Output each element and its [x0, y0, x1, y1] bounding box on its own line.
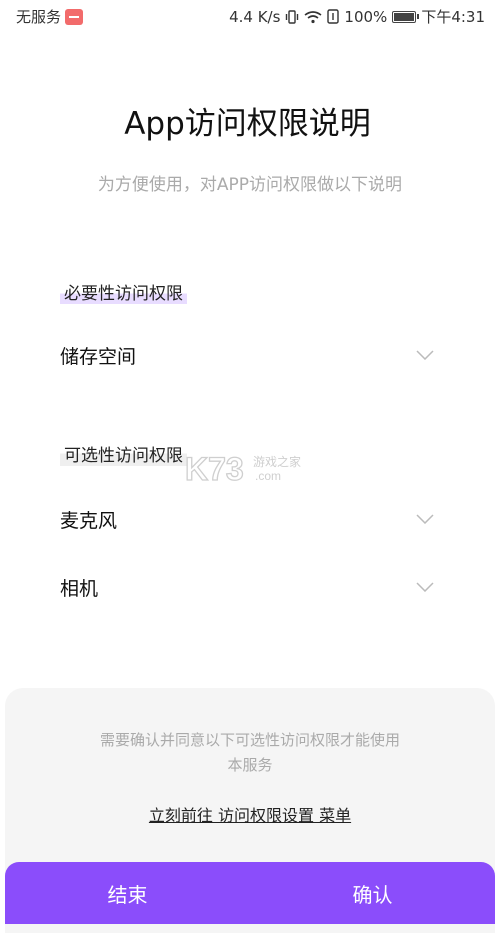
section-optional-label: 可选性访问权限	[60, 441, 187, 466]
action-bar: 结束 确认	[5, 862, 495, 924]
end-button[interactable]: 结束	[5, 862, 250, 924]
watermark-domain: .com	[255, 469, 281, 483]
section-required-label: 必要性访问权限	[60, 279, 187, 304]
bottom-panel: 需要确认并同意以下可选性访问权限才能使用本服务 立刻前往 访问权限设置 菜单 结…	[5, 688, 495, 933]
permission-label: 储存空间	[60, 345, 137, 368]
status-bar: 无服务 4.4 K/s 100% 下午4:31	[0, 0, 495, 32]
permission-settings-link[interactable]: 立刻前往 访问权限设置 菜单	[5, 802, 495, 826]
page-subtitle: 为方便使用，对APP访问权限做以下说明	[97, 175, 403, 195]
permission-label: 相机	[60, 577, 99, 600]
nfc-icon	[327, 9, 340, 24]
battery-icon	[392, 10, 420, 23]
status-right: 4.4 K/s 100% 下午4:31	[229, 6, 485, 27]
consent-notice: 需要确认并同意以下可选性访问权限才能使用本服务	[99, 731, 400, 774]
permission-row-microphone[interactable]: 麦克风	[60, 502, 440, 536]
clock: 下午4:31	[421, 8, 485, 26]
wifi-icon	[304, 10, 322, 23]
page-title: App访问权限说明	[124, 106, 371, 142]
vibrate-icon	[286, 9, 299, 24]
sim-error-icon	[65, 8, 84, 25]
carrier-text: 无服务	[16, 8, 62, 26]
k73-watermark-logo: K73 游戏之家 .com	[185, 450, 301, 486]
chevron-down-icon	[416, 514, 434, 524]
permission-label: 麦克风	[60, 509, 118, 532]
confirm-button[interactable]: 确认	[250, 862, 495, 924]
battery-percent: 100%	[344, 7, 388, 26]
chevron-down-icon	[416, 350, 434, 360]
permission-row-camera[interactable]: 相机	[60, 570, 440, 604]
permission-row-storage[interactable]: 储存空间	[60, 338, 440, 372]
watermark-brand: K73	[185, 451, 244, 486]
chevron-down-icon	[416, 582, 434, 592]
watermark-tagline: 游戏之家	[253, 454, 301, 469]
network-speed: 4.4 K/s	[229, 7, 281, 26]
status-left: 无服务	[16, 6, 84, 27]
